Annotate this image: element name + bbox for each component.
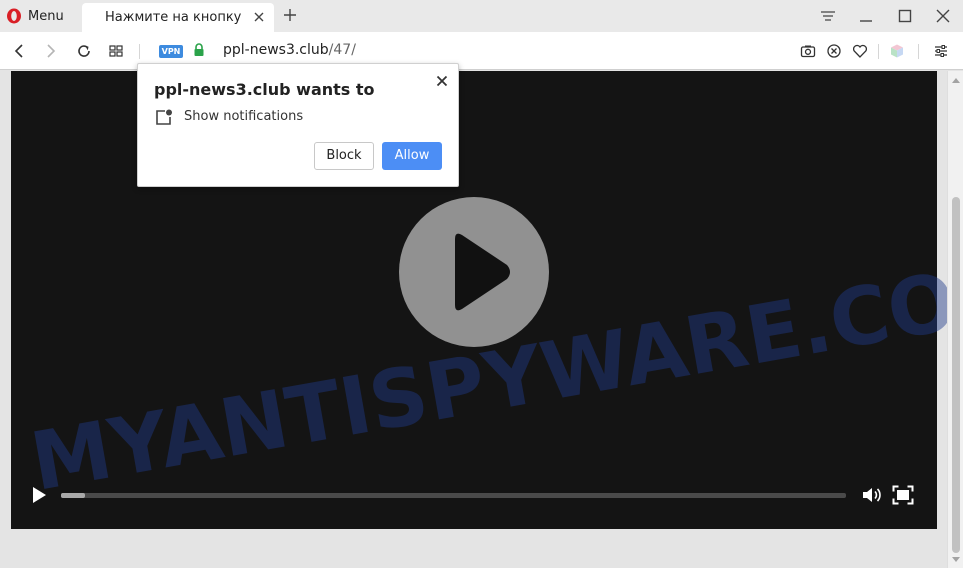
speed-dial-icon[interactable] — [108, 43, 124, 59]
page-scrollbar[interactable] — [947, 71, 963, 568]
big-play-button[interactable] — [399, 197, 549, 347]
video-progress-fill — [61, 493, 85, 498]
toolbar-separator — [878, 44, 879, 59]
close-tab-icon[interactable] — [252, 10, 266, 24]
opera-menu-button[interactable]: Menu — [6, 4, 64, 28]
control-play-icon[interactable] — [30, 485, 48, 505]
volume-icon[interactable] — [861, 485, 883, 505]
extension-cube-icon[interactable] — [889, 43, 905, 59]
back-arrow-icon[interactable] — [11, 43, 27, 59]
permission-text: Show notifications — [184, 109, 304, 124]
video-progress-bar[interactable] — [61, 493, 846, 498]
allow-button[interactable]: Allow — [382, 142, 442, 170]
tab-strip: Menu Нажмите на кнопку «Разрешить» — [0, 0, 963, 32]
url-host: ppl-news3.club — [223, 42, 329, 58]
menu-label: Menu — [28, 8, 64, 24]
easy-setup-icon[interactable] — [933, 43, 949, 59]
new-tab-icon[interactable] — [283, 8, 297, 22]
heart-icon[interactable] — [852, 43, 868, 59]
block-button[interactable]: Block — [314, 142, 374, 170]
tab-menu-icon[interactable] — [820, 8, 836, 24]
scroll-thumb[interactable] — [952, 197, 960, 553]
browser-window: Menu Нажмите на кнопку «Разрешить» — [0, 0, 963, 568]
toolbar-separator — [918, 44, 919, 59]
play-icon — [455, 233, 510, 311]
notification-icon — [156, 109, 172, 125]
ad-block-icon[interactable] — [826, 43, 842, 59]
maximize-icon[interactable] — [897, 8, 913, 24]
scroll-up-icon[interactable] — [951, 76, 961, 84]
url-path: /47/ — [328, 42, 356, 58]
scroll-down-icon[interactable] — [951, 556, 961, 564]
reload-icon[interactable] — [76, 43, 92, 59]
toolbar-separator — [139, 44, 140, 59]
active-tab[interactable]: Нажмите на кнопку «Разрешить» — [82, 3, 274, 32]
opera-logo-icon — [7, 8, 21, 24]
lock-icon[interactable] — [191, 42, 207, 58]
tab-title: Нажмите на кнопку «Разрешить» — [105, 10, 245, 25]
popup-title: ppl-news3.club wants to — [154, 80, 375, 99]
minimize-icon[interactable] — [858, 8, 874, 24]
vpn-badge[interactable]: VPN — [159, 45, 183, 58]
snapshot-icon[interactable] — [800, 43, 816, 59]
close-window-icon[interactable] — [935, 8, 951, 24]
address-field[interactable]: ppl-news3.club/47/ — [223, 42, 356, 58]
forward-arrow-icon[interactable] — [43, 43, 59, 59]
close-popup-icon[interactable] — [435, 74, 449, 88]
fullscreen-icon[interactable] — [892, 485, 914, 505]
notification-permission-popup: ppl-news3.club wants to Show notificatio… — [137, 63, 459, 187]
